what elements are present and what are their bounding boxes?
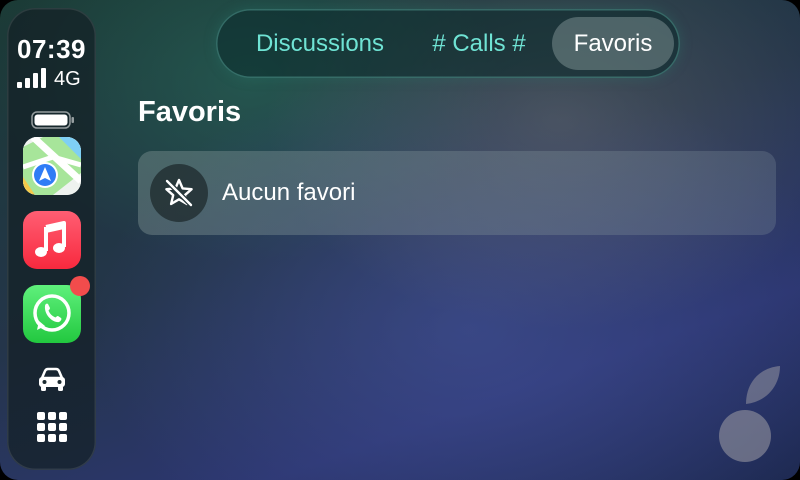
network-type: 4G [54,68,81,90]
corner-logo-icon [719,366,780,462]
car-icon[interactable] [36,366,68,394]
star-slash-icon [150,164,208,222]
empty-favorites-label: Aucun favori [222,179,356,206]
tab-calls[interactable]: # Calls # [412,17,546,70]
whatsapp-badge [70,276,90,296]
whatsapp-app-icon[interactable] [23,285,81,343]
signal-bars-icon [17,68,46,88]
empty-favorites-row[interactable]: Aucun favori [138,151,776,235]
battery-icon [31,111,74,129]
status-clock: 07:39 [17,34,86,64]
tab-favoris[interactable]: Favoris [552,17,674,70]
app-grid-icon[interactable] [37,412,67,442]
music-app-icon[interactable] [23,211,81,269]
tab-discussions[interactable]: Discussions [230,17,410,70]
tab-bar: Discussions # Calls # Favoris [216,9,680,78]
maps-app-icon[interactable] [23,137,81,195]
carplay-screen: 07:39 4G Discussions # Calls # Favoris F… [0,0,800,480]
sidebar: 07:39 4G [7,8,96,470]
cellular-status: 4G [17,66,81,92]
page-title: Favoris [138,96,242,128]
